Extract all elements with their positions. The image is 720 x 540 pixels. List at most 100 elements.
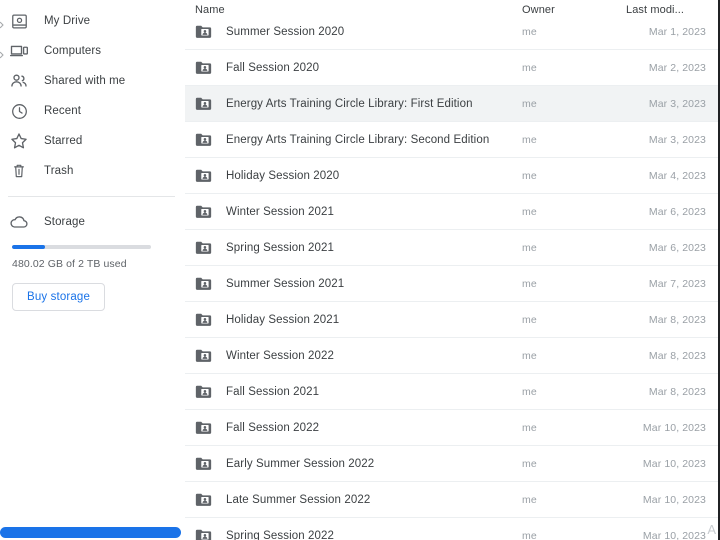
drive-icon (8, 10, 30, 32)
file-owner: me (522, 277, 537, 290)
file-list-header: Name Owner Last modi... (185, 0, 720, 16)
table-row[interactable]: Late Summer Session 2022 me Mar 10, 2023 (185, 482, 720, 518)
file-name: Fall Session 2020 (226, 61, 320, 74)
table-row[interactable]: Energy Arts Training Circle Library: Sec… (185, 122, 720, 158)
people-icon (8, 70, 30, 92)
trash-icon (8, 160, 30, 182)
storage-usage-fill (12, 245, 46, 249)
table-row[interactable]: Early Summer Session 2022 me Mar 10, 2023 (185, 446, 720, 482)
sidebar-item-label: Trash (44, 165, 74, 177)
file-owner: me (522, 25, 537, 38)
sidebar-item-starred[interactable]: Starred (0, 126, 185, 156)
table-row[interactable]: Winter Session 2022 me Mar 8, 2023 (185, 338, 720, 374)
table-row[interactable]: Fall Session 2020 me Mar 2, 2023 (185, 50, 720, 86)
cloud-icon (8, 211, 30, 233)
storage-usage-text: 480.02 GB of 2 TB used (12, 258, 127, 270)
file-last-modified: Mar 10, 2023 (642, 421, 706, 434)
chevron-right-icon[interactable] (0, 17, 6, 29)
file-name: Holiday Session 2021 (226, 313, 340, 326)
file-last-modified: Mar 10, 2023 (642, 457, 706, 470)
table-row[interactable]: Summer Session 2020 me Mar 1, 2023 (185, 14, 720, 50)
file-name: Winter Session 2021 (226, 205, 335, 218)
storage-label: Storage (44, 216, 85, 228)
file-list-panel: Name Owner Last modi... Summer Session 2… (185, 0, 720, 540)
table-row[interactable]: Winter Session 2021 me Mar 6, 2023 (185, 194, 720, 230)
table-row[interactable]: Energy Arts Training Circle Library: Fir… (185, 86, 720, 122)
table-row[interactable]: Summer Session 2021 me Mar 7, 2023 (185, 266, 720, 302)
shared-folder-icon (195, 168, 212, 183)
shared-folder-icon (195, 60, 212, 75)
shared-folder-icon (195, 240, 212, 255)
table-row[interactable]: Fall Session 2022 me Mar 10, 2023 (185, 410, 720, 446)
sidebar-item-storage[interactable]: Storage (0, 207, 185, 237)
star-icon (8, 130, 30, 152)
file-owner: me (522, 349, 537, 362)
table-row[interactable]: Fall Session 2021 me Mar 8, 2023 (185, 374, 720, 410)
file-name: Fall Session 2022 (226, 421, 320, 434)
chevron-right-icon[interactable] (0, 47, 6, 59)
shared-folder-icon (195, 420, 212, 435)
file-name: Summer Session 2020 (226, 25, 345, 38)
file-owner: me (522, 133, 537, 146)
shared-folder-icon (195, 348, 212, 363)
sidebar-item-label: Recent (44, 105, 82, 117)
shared-folder-icon (195, 276, 212, 291)
file-last-modified: Mar 4, 2023 (648, 169, 706, 182)
shared-folder-icon (195, 492, 212, 507)
drive-file-browser: My Drive Computers Shared with me Recent Sta… (0, 0, 720, 540)
shared-folder-icon (195, 456, 212, 471)
file-last-modified: Mar 10, 2023 (642, 493, 706, 506)
file-name: Energy Arts Training Circle Library: Sec… (226, 133, 490, 146)
storage-usage-bar (12, 245, 151, 249)
file-name: Early Summer Session 2022 (226, 457, 375, 470)
sidebar-nav-list: My Drive Computers Shared with me Recent Sta… (0, 6, 185, 186)
table-row[interactable]: Spring Session 2021 me Mar 6, 2023 (185, 230, 720, 266)
sidebar-item-recent[interactable]: Recent (0, 96, 185, 126)
file-last-modified: Mar 1, 2023 (648, 25, 706, 38)
file-name: Summer Session 2021 (226, 277, 345, 290)
file-owner: me (522, 421, 537, 434)
sidebar-item-label: Shared with me (44, 75, 126, 87)
table-row[interactable]: Holiday Session 2021 me Mar 8, 2023 (185, 302, 720, 338)
file-last-modified: Mar 10, 2023 (642, 529, 706, 540)
table-row[interactable]: Holiday Session 2020 me Mar 4, 2023 (185, 158, 720, 194)
file-last-modified: Mar 8, 2023 (648, 385, 706, 398)
file-last-modified: Mar 3, 2023 (648, 133, 706, 146)
computer-icon (8, 40, 30, 62)
file-owner: me (522, 385, 537, 398)
shared-folder-icon (195, 96, 212, 111)
sidebar-item-my-drive[interactable]: My Drive (0, 6, 185, 36)
file-owner: me (522, 313, 537, 326)
file-name: Spring Session 2022 (226, 529, 335, 540)
buy-storage-button[interactable]: Buy storage (12, 283, 106, 311)
file-name: Energy Arts Training Circle Library: Fir… (226, 97, 473, 110)
file-owner: me (522, 97, 537, 110)
file-last-modified: Mar 2, 2023 (648, 61, 706, 74)
table-row[interactable]: Spring Session 2022 me Mar 10, 2023 (185, 518, 720, 540)
clock-icon (8, 100, 30, 122)
sidebar-item-label: Computers (44, 45, 102, 57)
sidebar-item-computers[interactable]: Computers (0, 36, 185, 66)
file-owner: me (522, 241, 537, 254)
file-name: Winter Session 2022 (226, 349, 335, 362)
file-last-modified: Mar 6, 2023 (648, 205, 706, 218)
shared-folder-icon (195, 24, 212, 39)
file-owner: me (522, 169, 537, 182)
sidebar-item-shared-with-me[interactable]: Shared with me (0, 66, 185, 96)
sidebar-divider (8, 196, 175, 197)
file-name: Fall Session 2021 (226, 385, 320, 398)
shared-folder-icon (195, 528, 212, 540)
shared-folder-icon (195, 204, 212, 219)
file-list-rows: Summer Session 2020 me Mar 1, 2023 Fall Ses… (185, 14, 720, 540)
file-owner: me (522, 493, 537, 506)
file-last-modified: Mar 8, 2023 (648, 313, 706, 326)
file-last-modified: Mar 3, 2023 (648, 97, 706, 110)
sidebar: My Drive Computers Shared with me Recent Sta… (0, 0, 185, 540)
file-owner: me (522, 205, 537, 218)
file-name: Spring Session 2021 (226, 241, 335, 254)
file-name: Holiday Session 2020 (226, 169, 340, 182)
sidebar-item-label: My Drive (44, 15, 91, 27)
sidebar-item-trash[interactable]: Trash (0, 156, 185, 186)
horizontal-scrollbar[interactable] (0, 527, 181, 538)
file-last-modified: Mar 7, 2023 (648, 277, 706, 290)
